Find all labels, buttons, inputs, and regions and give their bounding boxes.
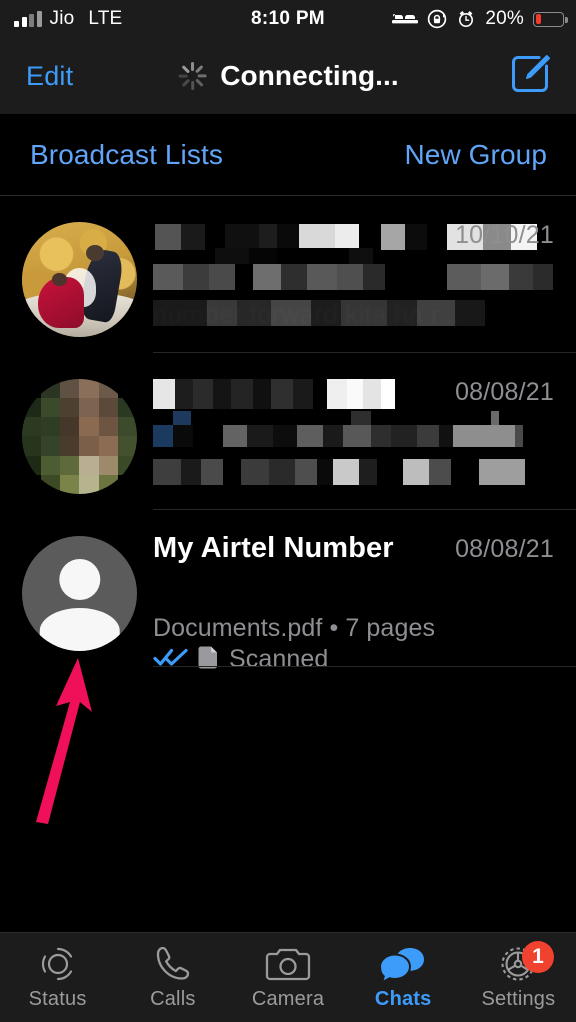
navigation-bar: Edit Connecting... <box>0 38 576 114</box>
broadcast-lists-button[interactable]: Broadcast Lists <box>30 114 223 196</box>
redaction-mosaic-preview-2 <box>153 459 525 485</box>
avatar[interactable] <box>22 222 137 337</box>
status-bar-right: 20% <box>392 0 568 38</box>
chat-bubbles-icon <box>379 944 427 984</box>
alarm-clock-icon <box>456 9 476 29</box>
chat-timestamp: 08/08/21 <box>455 378 554 406</box>
chat-title-line: 08/08/21 <box>153 375 576 413</box>
rotation-lock-icon <box>427 9 447 29</box>
chat-preview-line-1 <box>153 264 576 296</box>
tab-chats[interactable]: Chats <box>346 933 461 1022</box>
phone-screen: Jio LTE 8:10 PM 20% Edit Connecting... B… <box>0 0 576 1022</box>
tab-camera[interactable]: Camera <box>230 933 345 1022</box>
chat-preview-line-1: Scanned <box>153 578 554 673</box>
loading-spinner-icon <box>177 61 207 91</box>
new-group-button[interactable]: New Group <box>404 114 547 196</box>
chat-item-body: 08/08/21 <box>153 353 576 510</box>
chat-list-item[interactable]: 08/08/21 <box>0 353 576 510</box>
battery-percent-label: 20% <box>485 8 524 29</box>
chat-timestamp: 10/10/21 <box>455 221 554 249</box>
chat-preview-line-2: number forward kita ha r... <box>153 299 554 336</box>
avatar-person-head <box>58 559 101 601</box>
redaction-mosaic-preview-1 <box>153 264 576 290</box>
chat-preview-line-2 <box>153 459 554 493</box>
tab-status[interactable]: Status <box>0 933 115 1022</box>
redaction-mosaic-preview-1b <box>153 425 523 447</box>
avatar[interactable] <box>22 379 137 494</box>
tab-label: Status <box>28 988 87 1010</box>
chat-attachment-text: Documents.pdf • 7 pages <box>153 614 436 642</box>
tab-label: Camera <box>251 988 325 1010</box>
status-rings-icon <box>36 944 80 984</box>
navigation-title-group: Connecting... <box>0 38 576 114</box>
chat-item-body: My Airtel Number 08/08/21 Scanned Docume… <box>153 510 576 673</box>
chat-title-line: My Airtel Number 08/08/21 <box>153 532 576 570</box>
chat-title-line: 10/10/21 <box>153 218 576 266</box>
chat-actions-row: Broadcast Lists New Group <box>0 114 576 196</box>
chat-name: My Airtel Number <box>153 532 394 564</box>
tab-settings[interactable]: Settings 1 <box>461 933 576 1022</box>
tab-label: Settings <box>481 988 556 1010</box>
tab-label: Calls <box>150 988 196 1010</box>
compose-icon <box>506 50 554 103</box>
camera-icon <box>265 944 311 984</box>
battery-icon <box>533 11 568 27</box>
connection-status-title: Connecting... <box>220 60 399 91</box>
settings-badge: 1 <box>522 941 555 973</box>
status-bar: Jio LTE 8:10 PM 20% <box>0 0 576 38</box>
chat-list-item[interactable]: 10/10/21 <box>0 196 576 353</box>
annotation-arrow-icon <box>8 640 148 825</box>
redaction-mosaic-preview-1 <box>153 411 499 425</box>
compose-button[interactable] <box>506 38 554 114</box>
chat-item-body: 10/10/21 <box>153 196 576 353</box>
bed-icon <box>392 11 419 27</box>
double-check-read-icon <box>153 646 189 673</box>
phone-icon <box>152 944 194 984</box>
redaction-mosaic-preview-2 <box>153 300 485 326</box>
chat-preview-line-1 <box>153 411 554 453</box>
tab-label: Chats <box>374 988 432 1010</box>
chat-preview-line-2: Documents.pdf • 7 pages <box>153 614 554 650</box>
chat-timestamp: 08/08/21 <box>455 535 554 563</box>
tab-calls[interactable]: Calls <box>115 933 230 1022</box>
avatar[interactable] <box>22 536 137 651</box>
redaction-mosaic-name <box>153 379 395 409</box>
list-separator <box>153 666 576 667</box>
tab-bar[interactable]: Status Calls Camera Chats Settings 1 <box>0 932 576 1022</box>
